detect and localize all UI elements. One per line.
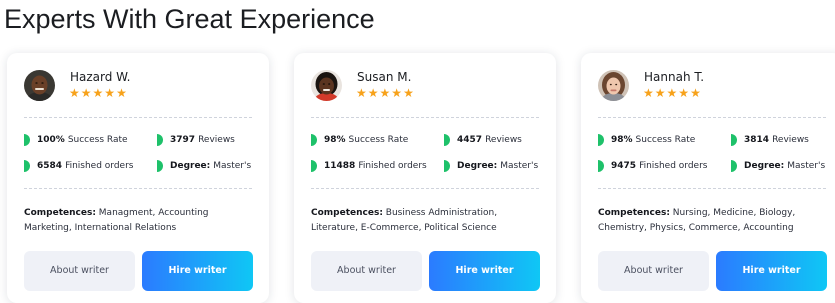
star-icon: ★ <box>116 86 127 100</box>
orders-value: 9475 <box>611 161 637 171</box>
orders-label: Finished orders <box>358 161 427 171</box>
star-icon: ★ <box>379 86 391 100</box>
degree-stat: Degree: Master's <box>444 160 538 172</box>
writer-card: Hazard W. ★ ★ ★ ★ ★ 100% Success Rate 37… <box>7 53 269 303</box>
degree-value: Master's <box>500 161 539 171</box>
star-icon: ★ <box>69 86 80 100</box>
star-icon: ★ <box>92 86 104 100</box>
rating-stars: ★ ★ ★ ★ ★ <box>643 87 701 99</box>
divider <box>598 117 826 118</box>
reviews-label: Reviews <box>772 135 809 145</box>
success-rate-value: 98% <box>611 135 633 145</box>
orders-stat: 11488 Finished orders <box>311 160 427 172</box>
reviews-stat: 4457 Reviews <box>444 134 522 146</box>
reviews-stat: 3814 Reviews <box>731 134 809 146</box>
writer-name: Hannah T. <box>644 70 705 84</box>
reviews-label: Reviews <box>485 135 522 145</box>
writer-name: Susan M. <box>357 70 412 84</box>
degree-value: Master's <box>787 161 826 171</box>
hire-writer-button[interactable]: Hire writer <box>716 251 827 291</box>
half-pill-marker-icon <box>598 160 604 172</box>
reviews-value: 3797 <box>170 135 196 145</box>
divider <box>24 188 252 189</box>
orders-value: 6584 <box>37 161 63 171</box>
orders-stat: 6584 Finished orders <box>24 160 133 172</box>
star-icon: ★ <box>654 86 666 100</box>
success-rate-label: Success Rate <box>348 135 409 145</box>
degree-stat: Degree: Master's <box>157 160 251 172</box>
competences-label: Competences: <box>311 208 383 218</box>
hire-writer-button[interactable]: Hire writer <box>142 251 253 291</box>
rating-stars: ★ ★ ★ ★ ★ <box>356 87 414 99</box>
orders-stat: 9475 Finished orders <box>598 160 707 172</box>
reviews-stat: 3797 Reviews <box>157 134 235 146</box>
half-pill-marker-icon <box>311 134 317 146</box>
degree-stat: Degree: Master's <box>731 160 825 172</box>
star-icon: ★ <box>356 86 367 100</box>
about-writer-button[interactable]: About writer <box>24 251 135 291</box>
half-pill-marker-icon <box>24 160 30 172</box>
star-icon: ★ <box>391 86 403 100</box>
success-rate-label: Success Rate <box>635 135 696 145</box>
orders-value: 11488 <box>324 161 356 171</box>
competences: Competences: Managment, Accounting Marke… <box>24 206 256 236</box>
divider <box>311 117 539 118</box>
about-writer-button[interactable]: About writer <box>598 251 709 291</box>
star-icon: ★ <box>678 86 690 100</box>
degree-label: Degree: <box>457 161 498 171</box>
competences-label: Competences: <box>598 208 670 218</box>
orders-label: Finished orders <box>65 161 134 171</box>
reviews-value: 4457 <box>457 135 483 145</box>
success-rate-value: 98% <box>324 135 346 145</box>
hire-writer-button[interactable]: Hire writer <box>429 251 540 291</box>
writer-name: Hazard W. <box>70 70 131 84</box>
star-icon: ★ <box>403 86 414 100</box>
avatar <box>24 70 55 101</box>
star-icon: ★ <box>80 86 92 100</box>
degree-label: Degree: <box>744 161 785 171</box>
star-icon: ★ <box>367 86 379 100</box>
about-writer-button[interactable]: About writer <box>311 251 422 291</box>
writer-card: Hannah T. ★ ★ ★ ★ ★ 98% Success Rate 381… <box>581 53 835 303</box>
star-icon: ★ <box>104 86 116 100</box>
half-pill-marker-icon <box>444 134 450 146</box>
success-rate-stat: 98% Success Rate <box>311 134 408 146</box>
half-pill-marker-icon <box>157 134 163 146</box>
star-icon: ★ <box>643 86 654 100</box>
avatar <box>598 70 629 101</box>
success-rate-stat: 98% Success Rate <box>598 134 695 146</box>
half-pill-marker-icon <box>311 160 317 172</box>
reviews-value: 3814 <box>744 135 770 145</box>
star-icon: ★ <box>690 86 701 100</box>
half-pill-marker-icon <box>157 160 163 172</box>
competences-label: Competences: <box>24 208 96 218</box>
degree-label: Degree: <box>170 161 211 171</box>
success-rate-value: 100% <box>37 135 65 145</box>
avatar <box>311 70 342 101</box>
competences: Competences: Nursing, Medicine, Biology,… <box>598 206 830 236</box>
success-rate-label: Success Rate <box>67 135 128 145</box>
half-pill-marker-icon <box>731 160 737 172</box>
half-pill-marker-icon <box>444 160 450 172</box>
half-pill-marker-icon <box>24 134 30 146</box>
divider <box>24 117 252 118</box>
half-pill-marker-icon <box>731 134 737 146</box>
reviews-label: Reviews <box>198 135 235 145</box>
writer-card: Susan M. ★ ★ ★ ★ ★ 98% Success Rate 4457… <box>294 53 556 303</box>
divider <box>598 188 826 189</box>
orders-label: Finished orders <box>639 161 708 171</box>
writer-cards: Hazard W. ★ ★ ★ ★ ★ 100% Success Rate 37… <box>0 53 835 303</box>
half-pill-marker-icon <box>598 134 604 146</box>
competences: Competences: Business Administration, Li… <box>311 206 543 236</box>
page-title: Experts With Great Experience <box>4 4 375 34</box>
star-icon: ★ <box>666 86 678 100</box>
rating-stars: ★ ★ ★ ★ ★ <box>69 87 127 99</box>
success-rate-stat: 100% Success Rate <box>24 134 128 146</box>
degree-value: Master's <box>213 161 252 171</box>
divider <box>311 188 539 189</box>
